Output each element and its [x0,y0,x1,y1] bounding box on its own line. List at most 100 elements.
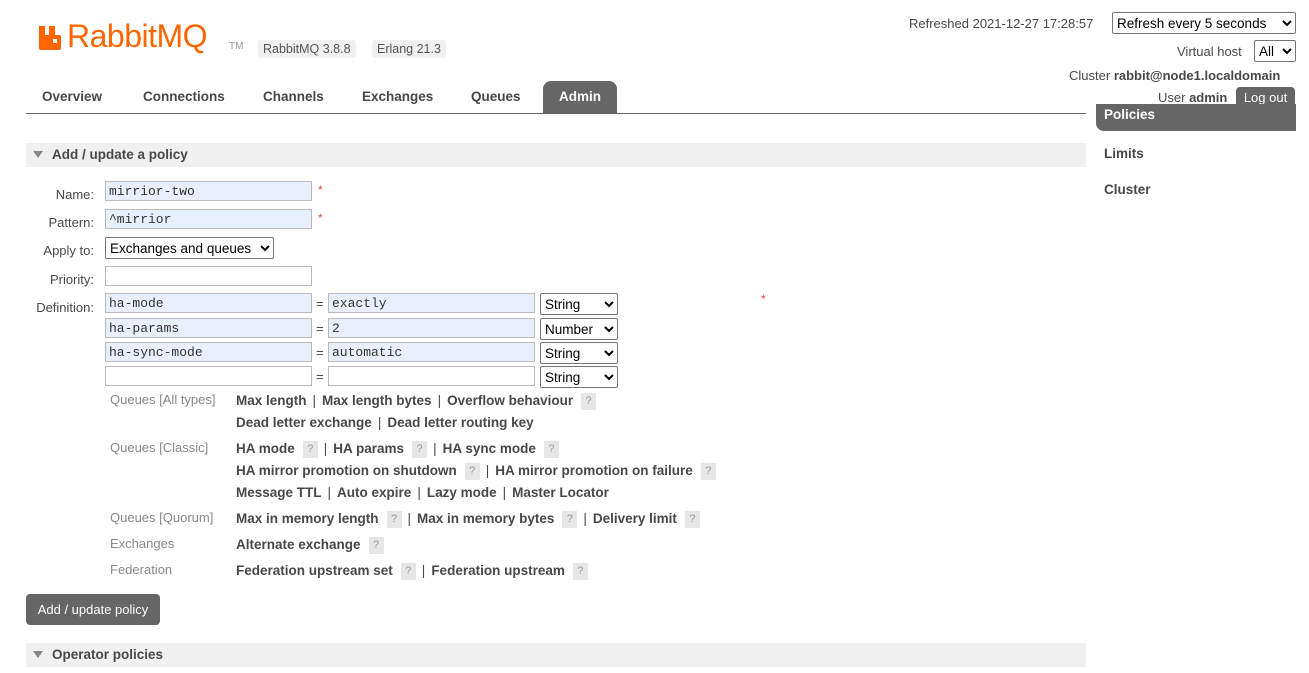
sidebar-item-cluster[interactable]: Cluster [1104,182,1151,197]
definition-key-input[interactable]: ha-sync-mode [105,342,312,362]
help-link-ha-params[interactable]: HA params [333,441,404,456]
section-title: Operator policies [52,647,164,662]
help-row: Dead letter exchange | Dead letter routing… [236,415,534,430]
separator: | [312,393,317,409]
tab-exchanges[interactable]: Exchanges [362,81,433,113]
help-link-lazy-mode[interactable]: Lazy mode [427,485,497,500]
help-link-max-in-memory-bytes[interactable]: Max in memory bytes [417,511,554,526]
user-label: User [1158,90,1186,105]
collapse-triangle-icon [33,651,43,658]
definition-key-input[interactable]: ha-params [105,318,312,338]
help-link-max-length-bytes[interactable]: Max length bytes [322,393,432,408]
help-icon[interactable]: ? [400,563,416,580]
tab-channels[interactable]: Channels [263,81,324,113]
help-link-ha-sync-mode[interactable]: HA sync mode [443,441,536,456]
cluster-name: rabbit@node1.localdomain [1113,68,1281,83]
cluster-label: Cluster [1069,68,1111,83]
sidebar-item-policies[interactable]: Policies [1096,104,1296,131]
help-link-federation-upstream[interactable]: Federation upstream [431,563,565,578]
separator: | [327,485,332,500]
section-header-add-policy[interactable]: Add / update a policy [26,143,1086,167]
tab-queues[interactable]: Queues [471,81,521,113]
definition-type-select[interactable]: String [540,342,618,364]
equals-sign: = [316,369,324,384]
priority-input[interactable] [105,266,312,286]
help-icon[interactable]: ? [543,441,559,458]
help-link-max-in-memory-length[interactable]: Max in memory length [236,511,379,526]
help-icon[interactable]: ? [562,511,578,528]
help-icon[interactable]: ? [368,537,384,554]
help-icon[interactable]: ? [302,441,318,458]
definition-value-input[interactable] [328,366,535,386]
help-icon[interactable]: ? [684,511,700,528]
tab-admin[interactable]: Admin [543,81,617,113]
logo-text: RabbitMQ [67,18,208,54]
help-row: HA mode? | HA params? | HA sync mode? [236,441,559,458]
definition-type-select[interactable]: String [540,293,618,315]
equals-sign: = [316,345,324,360]
pattern-input[interactable]: ^mirrior [105,209,312,229]
definition-type-select[interactable]: String [540,366,618,388]
apply-to-select[interactable]: Exchanges and queues [105,237,274,259]
required-mark: * [318,211,323,225]
equals-sign: = [316,321,324,336]
collapse-triangle-icon [33,151,43,158]
help-icon[interactable]: ? [572,563,588,580]
separator: | [433,441,437,457]
user-name: admin [1189,90,1228,105]
separator: | [485,463,490,479]
help-icon[interactable]: ? [412,441,428,458]
help-link-message-ttl[interactable]: Message TTL [236,485,322,500]
erlang-version-badge: Erlang 21.3 [372,40,446,58]
virtual-host-select[interactable]: All [1254,40,1296,62]
definition-key-input[interactable] [105,366,312,386]
help-link-dead-letter-exchange[interactable]: Dead letter exchange [236,415,372,430]
help-icon[interactable]: ? [386,511,402,528]
group-label-federation: Federation [110,562,173,577]
separator: | [417,485,421,500]
group-label-queues-classic: Queues [Classic] [110,440,209,455]
help-link-alternate-exchange[interactable]: Alternate exchange [236,537,361,552]
help-icon[interactable]: ? [581,393,597,410]
help-link-dead-letter-routing-key[interactable]: Dead letter routing key [387,415,533,430]
separator: | [437,393,442,409]
cluster-info: Cluster rabbit@node1.localdomain [1069,68,1280,83]
name-input[interactable]: mirrior-two [105,181,312,201]
help-link-max-length[interactable]: Max length [236,393,307,408]
rabbitmq-logo-icon [39,26,61,50]
section-header-operator-policies[interactable]: Operator policies [26,643,1086,667]
tab-connections[interactable]: Connections [143,81,225,113]
add-update-policy-button[interactable]: Add / update policy [26,594,160,625]
required-mark: * [761,292,766,306]
help-link-overflow-behaviour[interactable]: Overflow behaviour [447,393,573,408]
rabbitmq-version-badge: RabbitMQ 3.8.8 [258,40,356,58]
help-link-ha-promotion-shutdown[interactable]: HA mirror promotion on shutdown [236,463,457,478]
help-link-ha-promotion-failure[interactable]: HA mirror promotion on failure [495,463,693,478]
definition-type-select[interactable]: Number [540,318,618,340]
help-icon[interactable]: ? [700,463,716,480]
sidebar-item-limits[interactable]: Limits [1104,146,1144,161]
definition-value-input[interactable]: 2 [328,318,535,338]
refresh-interval-select[interactable]: Refresh every 5 seconds [1112,12,1296,34]
help-link-delivery-limit[interactable]: Delivery limit [593,511,677,526]
tab-overview[interactable]: Overview [42,81,102,113]
definition-value-input[interactable]: exactly [328,293,535,313]
sidebar-item-label: Policies [1104,107,1156,122]
separator: | [407,511,412,527]
required-mark: * [318,183,323,197]
definition-key-input[interactable]: ha-mode [105,293,312,313]
help-link-auto-expire[interactable]: Auto expire [337,485,411,500]
priority-label: Priority: [49,272,94,287]
help-row: Max in memory length? | Max in memory byte… [236,511,700,528]
help-link-master-locator[interactable]: Master Locator [512,485,609,500]
help-row: HA mirror promotion on shutdown? | HA mirr… [236,463,716,480]
definition-value-input[interactable]: automatic [328,342,535,362]
help-icon[interactable]: ? [464,463,480,480]
help-link-ha-mode[interactable]: HA mode [236,441,295,456]
separator: | [583,511,587,527]
help-row: Max length | Max length bytes | Overflow beh… [236,393,597,410]
help-link-federation-upstream-set[interactable]: Federation upstream set [236,563,393,578]
help-row: Alternate exchange? [236,537,384,554]
group-label-queues-quorum: Queues [Quorum] [110,510,214,525]
name-label: Name: [55,187,94,202]
